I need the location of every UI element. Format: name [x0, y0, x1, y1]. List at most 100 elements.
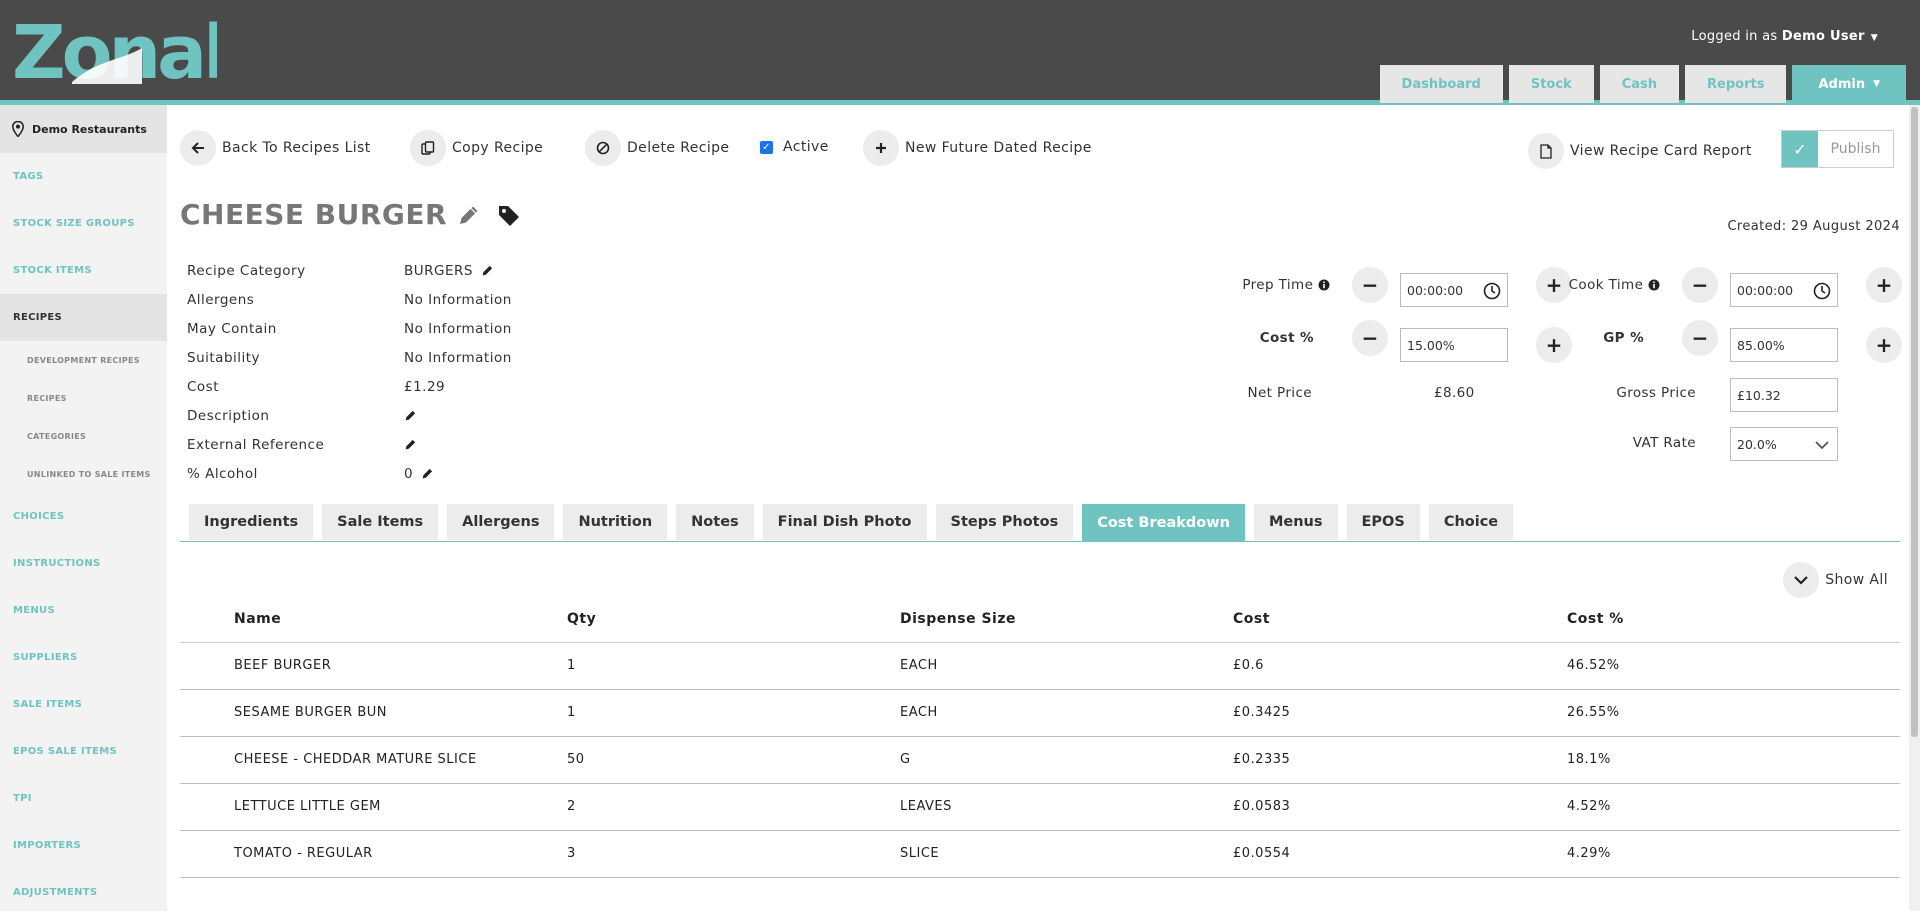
tab-nutrition[interactable]: Nutrition	[563, 504, 668, 540]
pencil-icon[interactable]	[421, 467, 434, 480]
sidebar-sub-unlinked[interactable]: UNLINKED TO SALE ITEMS	[0, 455, 167, 493]
table-row[interactable]: LETTUCE LITTLE GEM 2 LEAVES £0.0583 4.52…	[180, 783, 1900, 831]
info-icon[interactable]	[1648, 279, 1660, 291]
sidebar-item-choices[interactable]: CHOICES	[0, 493, 167, 540]
cook-time-input[interactable]: 00:00:00	[1730, 273, 1838, 307]
sidebar-item-recipes[interactable]: RECIPES	[0, 294, 167, 341]
gp-pct-decrement-button[interactable]: −	[1682, 320, 1718, 356]
cell-cost: £0.2335	[1233, 736, 1567, 784]
tab-sale-items[interactable]: Sale Items	[322, 504, 439, 540]
pencil-icon[interactable]	[404, 409, 417, 422]
back-to-recipes-button[interactable]: Back To Recipes List	[180, 130, 371, 166]
user-name: Demo User	[1781, 29, 1865, 44]
tab-choice[interactable]: Choice	[1428, 504, 1514, 540]
sidebar-item-tags[interactable]: TAGS	[0, 153, 167, 200]
sidebar-item-stock-size-groups[interactable]: STOCK SIZE GROUPS	[0, 200, 167, 247]
tag-icon[interactable]	[497, 203, 521, 227]
sidebar-sub-development-recipes[interactable]: DEVELOPMENT RECIPES	[0, 341, 167, 379]
gp-pct-input[interactable]: 85.00%	[1730, 328, 1838, 362]
nav-dashboard[interactable]: Dashboard	[1379, 65, 1503, 103]
tab-cost-breakdown[interactable]: Cost Breakdown	[1082, 504, 1245, 541]
table-row[interactable]: CHEESE - CHEDDAR MATURE SLICE 50 G £0.23…	[180, 736, 1900, 784]
table-row[interactable]: SESAME BURGER BUN 1 EACH £0.3425 26.55%	[180, 689, 1900, 737]
nav-stock[interactable]: Stock	[1508, 65, 1594, 103]
cell-cost: £0.0583	[1233, 783, 1567, 831]
prep-time-decrement-button[interactable]: −	[1352, 267, 1388, 303]
page-title: CHEESE BURGER	[180, 198, 448, 231]
detail-key: External Reference	[187, 436, 325, 453]
tab-allergens[interactable]: Allergens	[447, 504, 555, 540]
zonal-logo[interactable]: Zonal	[12, 10, 228, 96]
view-recipe-card-report-button[interactable]: View Recipe Card Report	[1528, 133, 1752, 169]
cell-cost-pct: 46.52%	[1567, 642, 1900, 690]
delete-recipe-button[interactable]: Delete Recipe	[585, 130, 729, 166]
sidebar-item-suppliers[interactable]: SUPPLIERS	[0, 634, 167, 681]
copy-recipe-button[interactable]: Copy Recipe	[410, 130, 543, 166]
sidebar-item-importers[interactable]: IMPORTERS	[0, 822, 167, 869]
cost-pct-decrement-button[interactable]: −	[1352, 320, 1388, 356]
info-icon[interactable]	[1318, 279, 1330, 291]
sidebar-item-tpi[interactable]: TPI	[0, 775, 167, 822]
scrollbar-thumb[interactable]	[1911, 107, 1918, 737]
cell-name: BEEF BURGER	[180, 642, 567, 690]
pencil-icon[interactable]	[481, 264, 494, 277]
prep-time-input[interactable]: 00:00:00	[1400, 273, 1508, 307]
gross-price-input[interactable]: £10.32	[1730, 378, 1838, 412]
cell-qty: 50	[567, 736, 900, 784]
pencil-icon[interactable]	[404, 438, 417, 451]
org-selector[interactable]: Demo Restaurants	[0, 105, 167, 153]
nav-cash[interactable]: Cash	[1599, 65, 1680, 103]
cost-pct-increment-button[interactable]: +	[1536, 327, 1572, 363]
pencil-icon[interactable]	[457, 203, 481, 227]
cell-dispense-size: LEAVES	[900, 783, 1233, 831]
cost-pct-input[interactable]: 15.00%	[1400, 328, 1508, 362]
new-future-recipe-button[interactable]: New Future Dated Recipe	[863, 130, 1092, 166]
show-all-button[interactable]: Show All	[1783, 562, 1888, 598]
nav-reports[interactable]: Reports	[1685, 65, 1787, 103]
top-bar: Zonal Logged in as Demo User ▼ Dashboard …	[0, 0, 1920, 105]
location-pin-icon	[12, 121, 24, 137]
sidebar-item-adjustments[interactable]: ADJUSTMENTS	[0, 869, 167, 916]
document-icon	[1528, 133, 1564, 169]
publish-toggle[interactable]: ✓ Publish	[1781, 130, 1894, 168]
detail-row: May Contain No Information	[187, 314, 512, 343]
cook-time-label: Cook Time	[1560, 275, 1660, 295]
sidebar-sub-categories[interactable]: CATEGORIES	[0, 417, 167, 455]
cook-time-decrement-button[interactable]: −	[1682, 267, 1718, 303]
sidebar-item-epos-sale-items[interactable]: EPOS SALE ITEMS	[0, 728, 167, 775]
detail-row: Allergens No Information	[187, 285, 512, 314]
detail-value: 0	[404, 466, 434, 482]
vat-rate-select[interactable]: 20.0%	[1730, 427, 1838, 461]
cook-time-increment-button[interactable]: +	[1866, 267, 1902, 303]
cell-cost-pct: 4.52%	[1567, 783, 1900, 831]
active-label: Active	[783, 139, 829, 155]
net-price-label: Net Price	[1247, 385, 1312, 401]
tab-epos[interactable]: EPOS	[1346, 504, 1420, 540]
cell-dispense-size: EACH	[900, 642, 1233, 690]
active-checkbox[interactable]: ✓ Active	[760, 139, 829, 155]
nav-admin[interactable]: Admin ▼	[1792, 65, 1906, 103]
sidebar-sub-recipes[interactable]: RECIPES	[0, 379, 167, 417]
sidebar-item-menus[interactable]: MENUS	[0, 587, 167, 634]
sidebar-item-sale-items[interactable]: SALE ITEMS	[0, 681, 167, 728]
table-row[interactable]: BEEF BURGER 1 EACH £0.6 46.52%	[180, 642, 1900, 690]
tab-notes[interactable]: Notes	[676, 504, 754, 540]
detail-key: % Alcohol	[187, 465, 258, 482]
cell-qty: 3	[567, 830, 900, 878]
cell-dispense-size: EACH	[900, 689, 1233, 737]
sidebar-item-instructions[interactable]: INSTRUCTIONS	[0, 540, 167, 587]
prep-time-label: Prep Time	[1210, 275, 1330, 295]
tab-menus[interactable]: Menus	[1253, 504, 1338, 540]
sidebar-item-stock-items[interactable]: STOCK ITEMS	[0, 247, 167, 294]
tab-ingredients[interactable]: Ingredients	[189, 504, 314, 540]
publish-label: Publish	[1830, 141, 1881, 157]
tab-steps-photos[interactable]: Steps Photos	[935, 504, 1074, 540]
detail-row: Recipe Category BURGERS	[187, 256, 512, 285]
tab-final-dish-photo[interactable]: Final Dish Photo	[762, 504, 927, 540]
table-row[interactable]: TOMATO - REGULAR 3 SLICE £0.0554 4.29%	[180, 830, 1900, 878]
detail-value: No Information	[404, 291, 512, 308]
user-menu[interactable]: Logged in as Demo User ▼	[1691, 29, 1878, 44]
page-scrollbar[interactable]	[1909, 105, 1920, 911]
recipe-tabs: Ingredients Sale Items Allergens Nutriti…	[189, 504, 1514, 541]
gp-pct-increment-button[interactable]: +	[1866, 327, 1902, 363]
